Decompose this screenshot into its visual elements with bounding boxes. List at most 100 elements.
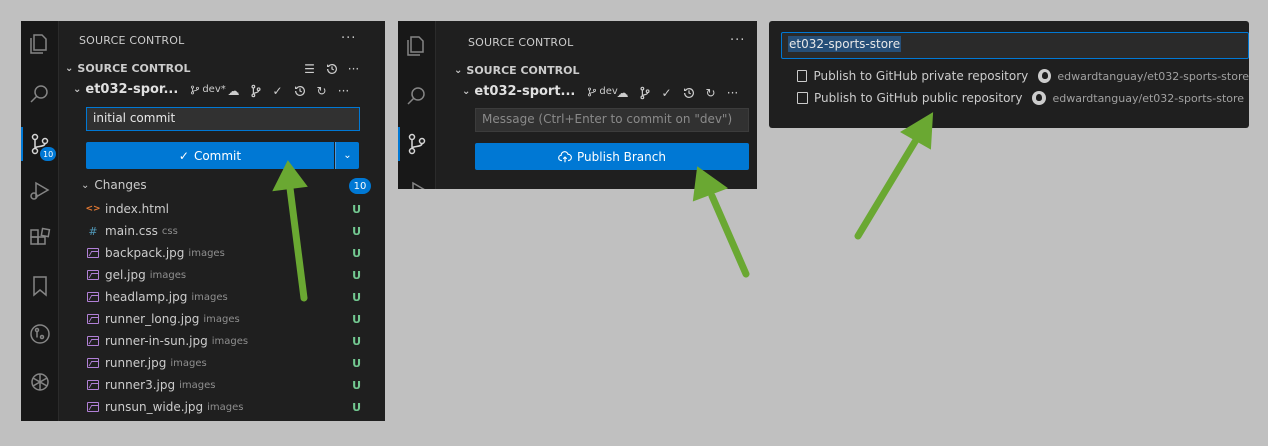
- commit-dropdown-button[interactable]: ⌄: [335, 142, 359, 169]
- file-status: U: [352, 356, 361, 370]
- source-control-icon[interactable]: [398, 127, 436, 161]
- file-status: U: [352, 312, 361, 326]
- image-icon: [85, 399, 101, 415]
- publish-public-option[interactable]: Publish to GitHub public repository edwa…: [781, 87, 1249, 109]
- section-toolbar: ☰ ···: [301, 60, 362, 77]
- search-icon[interactable]: [21, 77, 59, 111]
- image-icon: [85, 377, 101, 393]
- chevron-down-icon: ⌄: [65, 63, 74, 74]
- more-actions-icon[interactable]: ···: [730, 33, 745, 48]
- file-row[interactable]: runner3.jpg images U: [85, 374, 361, 396]
- file-status: U: [352, 268, 361, 282]
- section-header[interactable]: ⌄ SOURCE CONTROL: [454, 64, 579, 77]
- refresh-icon[interactable]: ↻: [702, 84, 719, 101]
- search-icon[interactable]: [398, 79, 436, 113]
- option-label: Publish to GitHub private repository: [813, 69, 1029, 83]
- image-icon: [85, 311, 101, 327]
- sync-cloud-icon[interactable]: ☁: [614, 84, 631, 101]
- more-icon[interactable]: ···: [335, 82, 352, 99]
- file-dir: images: [207, 401, 244, 413]
- file-row[interactable]: headlamp.jpg images U: [85, 286, 361, 308]
- chevron-down-icon: ⌄: [73, 84, 82, 95]
- more-icon[interactable]: ···: [724, 84, 741, 101]
- file-dir: css: [161, 225, 178, 237]
- file-name: runner.jpg: [105, 356, 167, 370]
- extensions-icon[interactable]: [21, 221, 59, 255]
- quick-pick-publish: et032-sports-store Publish to GitHub pri…: [769, 21, 1249, 128]
- file-dir: images: [170, 357, 207, 369]
- file-status: U: [352, 246, 361, 260]
- publish-private-option[interactable]: Publish to GitHub private repository edw…: [781, 65, 1249, 87]
- file-row[interactable]: <> index.html U: [85, 198, 361, 220]
- file-dir: images: [149, 269, 187, 281]
- more-actions-icon[interactable]: ···: [341, 31, 356, 46]
- section-title: SOURCE CONTROL: [77, 62, 191, 75]
- publish-branch-button[interactable]: Publish Branch: [475, 143, 749, 170]
- file-status: U: [352, 378, 361, 392]
- run-debug-icon[interactable]: [21, 173, 59, 207]
- file-dir: images: [179, 379, 216, 391]
- repository-row[interactable]: ⌄ et032-sport... dev: [462, 84, 618, 99]
- view-title: SOURCE CONTROL: [468, 36, 574, 49]
- chevron-down-icon: ⌄: [462, 86, 471, 97]
- file-row[interactable]: runner-in-sun.jpg images U: [85, 330, 361, 352]
- history-icon[interactable]: [291, 82, 308, 99]
- file-row[interactable]: # main.css css U: [85, 220, 361, 242]
- file-row[interactable]: runsun_wide.jpg images U: [85, 396, 361, 418]
- more-icon[interactable]: ···: [345, 60, 362, 77]
- file-status: U: [352, 334, 361, 348]
- github-icon: [1032, 91, 1047, 105]
- history-icon[interactable]: [323, 60, 340, 77]
- file-dir: images: [211, 335, 249, 347]
- history-icon[interactable]: [680, 84, 697, 101]
- graph-icon[interactable]: [247, 82, 264, 99]
- commit-button[interactable]: ✓ Commit: [86, 142, 334, 169]
- list-view-icon[interactable]: ☰: [301, 60, 318, 77]
- branch-indicator[interactable]: dev*: [190, 84, 226, 95]
- file-row[interactable]: gel.jpg images U: [85, 264, 361, 286]
- graph-icon[interactable]: [636, 84, 653, 101]
- repo-name: et032-spor...: [85, 82, 179, 97]
- git-graph-icon[interactable]: [21, 317, 59, 351]
- section-header[interactable]: ⌄ SOURCE CONTROL: [65, 62, 190, 75]
- repo-icon: [797, 70, 808, 82]
- changes-file-list: <> index.html U # main.css css Ubackpack.jpg im…: [85, 198, 361, 418]
- openai-icon[interactable]: [21, 365, 59, 399]
- quick-pick-list: Publish to GitHub private repository edw…: [781, 65, 1249, 115]
- changes-count-badge: 10: [349, 178, 371, 194]
- branch-icon: [191, 85, 200, 94]
- commit-message-input[interactable]: initial commit: [86, 107, 360, 131]
- file-row[interactable]: runner_long.jpg images U: [85, 308, 361, 330]
- file-row[interactable]: backpack.jpg images U: [85, 242, 361, 264]
- commit-check-icon[interactable]: ✓: [269, 82, 286, 99]
- file-row[interactable]: runner.jpg images U: [85, 352, 361, 374]
- arrow-to-publish: [708, 192, 750, 278]
- sync-cloud-icon[interactable]: ☁: [225, 82, 242, 99]
- refresh-icon[interactable]: ↻: [313, 82, 330, 99]
- file-name: main.css: [105, 224, 158, 238]
- image-icon: [85, 333, 101, 349]
- bookmark-icon[interactable]: [21, 269, 59, 303]
- activity-bar: [398, 21, 436, 189]
- file-name: index.html: [105, 202, 169, 216]
- html-icon: <>: [85, 204, 101, 214]
- check-icon: ✓: [178, 148, 189, 163]
- source-control-icon[interactable]: 10: [21, 127, 59, 161]
- repo-toolbar: ☁ ✓ ↻ ···: [614, 84, 741, 101]
- quick-pick-input[interactable]: et032-sports-store: [781, 32, 1249, 59]
- file-name: headlamp.jpg: [105, 290, 188, 304]
- run-debug-icon[interactable]: [398, 173, 436, 189]
- explorer-icon[interactable]: [21, 27, 59, 61]
- image-icon: [85, 355, 101, 371]
- file-status: U: [352, 290, 361, 304]
- commit-check-icon[interactable]: ✓: [658, 84, 675, 101]
- file-dir: images: [203, 313, 240, 325]
- repository-row[interactable]: ⌄ et032-spor... dev*: [73, 82, 226, 97]
- file-dir: images: [191, 291, 228, 303]
- activity-bar: 10: [21, 21, 59, 421]
- changes-header[interactable]: ⌄ Changes 10: [81, 178, 371, 194]
- changes-label: Changes: [94, 178, 147, 192]
- commit-message-input[interactable]: Message (Ctrl+Enter to commit on "dev"): [475, 108, 749, 132]
- file-dir: images: [188, 247, 225, 259]
- explorer-icon[interactable]: [398, 29, 436, 63]
